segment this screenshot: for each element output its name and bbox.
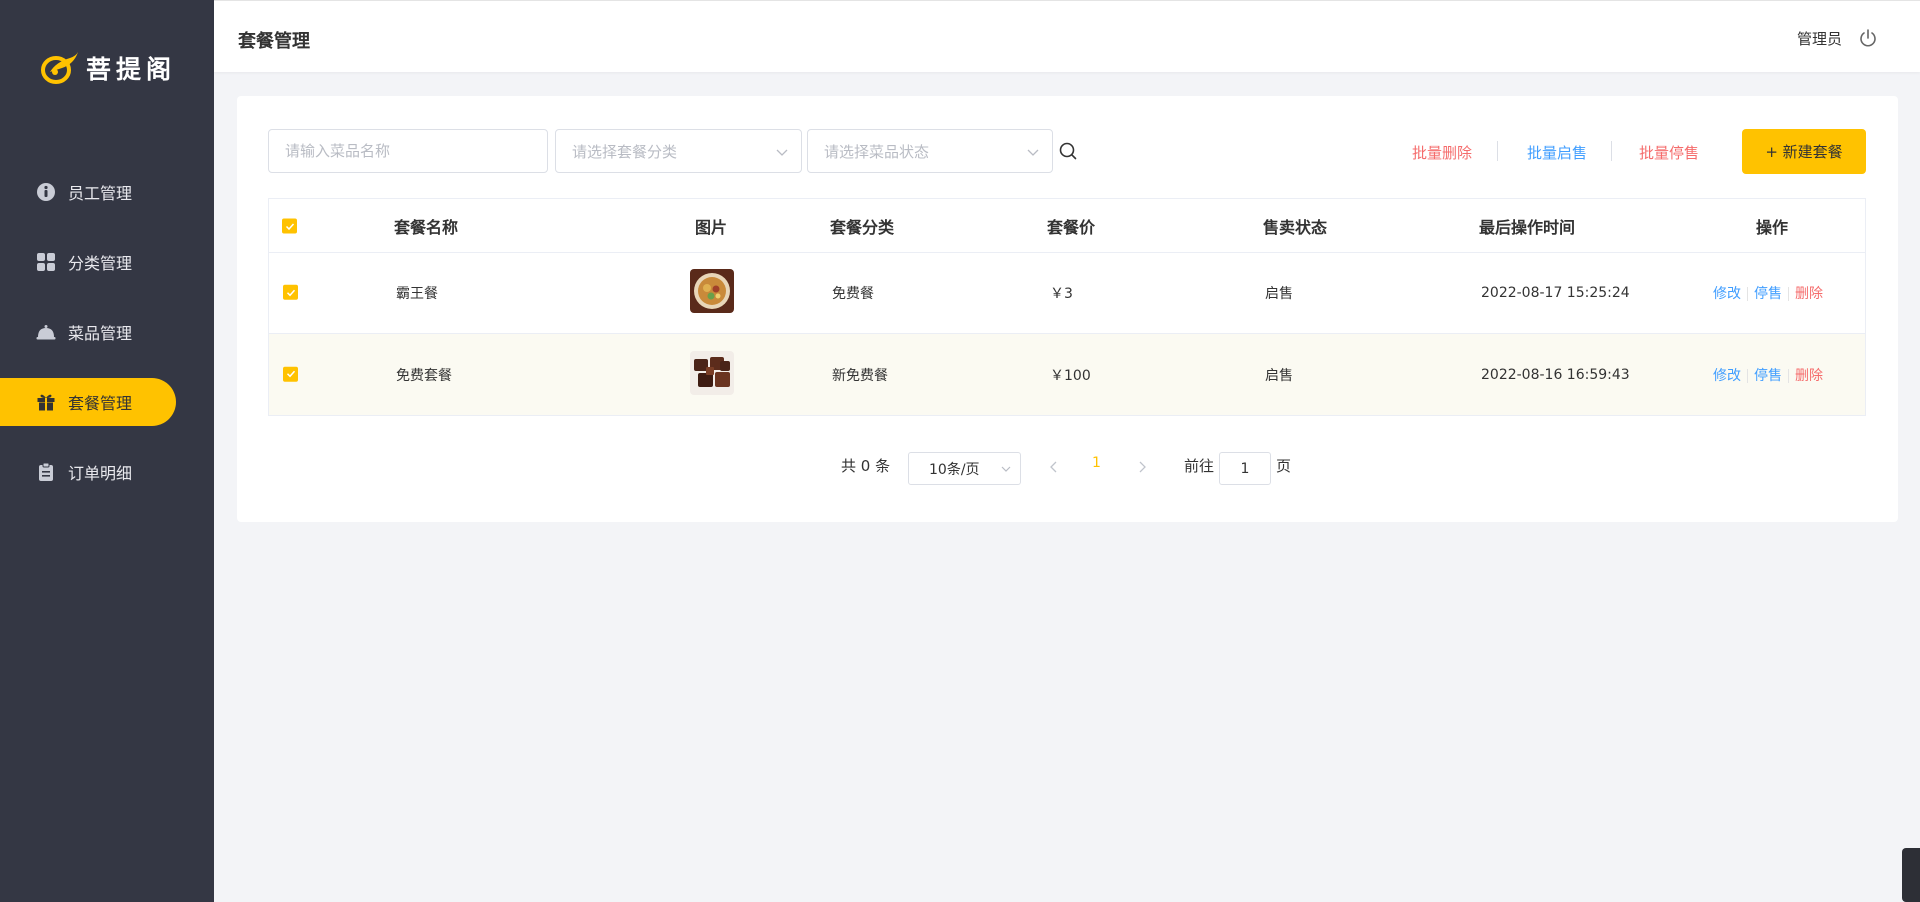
sidebar-item-orders[interactable]: 订单明细 <box>0 448 214 496</box>
combo-status: 启售 <box>1265 367 1293 384</box>
chevron-down-icon <box>1001 466 1011 472</box>
goto-page-input[interactable] <box>1219 452 1271 485</box>
chevron-down-icon <box>776 149 788 156</box>
pagination-total: 共 0 条 <box>841 457 891 475</box>
user-name[interactable]: 管理员 <box>1797 28 1842 49</box>
edit-button[interactable]: 修改 <box>1713 286 1741 302</box>
combo-image <box>690 269 734 317</box>
checkbox-check-icon <box>282 218 297 234</box>
sidebar: 菩提阁 员工管理 分类管理 菜品管理 套餐管理 订单明细 <box>0 0 214 902</box>
sidebar-item-label: 订单明细 <box>68 464 133 483</box>
braised-meat-thumbnail <box>690 350 734 395</box>
sidebar-item-label: 套餐管理 <box>68 394 133 413</box>
new-combo-button[interactable]: + 新建套餐 <box>1742 129 1866 174</box>
sidebar-item-label: 分类管理 <box>68 254 133 273</box>
chevron-down-icon <box>1027 149 1039 156</box>
prev-page-icon[interactable] <box>1047 460 1061 474</box>
action-divider <box>1788 287 1789 301</box>
sidebar-item-label: 员工管理 <box>68 184 133 203</box>
batch-delete-button[interactable]: 批量删除 <box>1412 142 1472 163</box>
page-suffix: 页 <box>1276 457 1292 475</box>
logo-mark-icon <box>41 52 78 84</box>
combo-name: 霸王餐 <box>396 286 438 302</box>
sidebar-item-categories[interactable]: 分类管理 <box>0 238 214 286</box>
combo-category: 新免费餐 <box>832 367 888 384</box>
combo-category-select[interactable]: 请选择套餐分类 <box>555 129 802 173</box>
column-header: 套餐分类 <box>830 217 895 237</box>
action-divider <box>1747 287 1748 301</box>
column-header: 套餐名称 <box>394 217 459 237</box>
combo-category-placeholder: 请选择套餐分类 <box>572 142 678 161</box>
delete-button[interactable]: 删除 <box>1795 286 1823 302</box>
combo-updated-time: 2022-08-16 16:59:43 <box>1481 366 1630 383</box>
toolbar-divider <box>1611 141 1612 161</box>
brand-logo[interactable]: 菩提阁 <box>40 48 176 88</box>
sidebar-item-employees[interactable]: 员工管理 <box>0 168 214 216</box>
column-header: 操作 <box>1756 217 1789 237</box>
dish-status-placeholder: 请选择菜品状态 <box>824 142 930 161</box>
category-grid-icon <box>36 252 56 272</box>
column-header: 售卖状态 <box>1263 217 1328 237</box>
dish-cloche-icon <box>36 322 56 342</box>
delete-button[interactable]: 删除 <box>1795 368 1823 384</box>
combo-status: 启售 <box>1265 286 1293 302</box>
combo-updated-time: 2022-08-17 15:25:24 <box>1481 285 1630 301</box>
table-row: 霸王餐 免费餐 ￥3 启售 2022-08-17 15:25:24 修改 停售 删除 <box>269 253 1865 334</box>
floating-widget-tab[interactable] <box>1902 848 1920 902</box>
clipboard-icon <box>36 462 56 482</box>
food-bowl-thumbnail <box>690 269 734 313</box>
next-page-icon[interactable] <box>1135 460 1149 474</box>
page-size-value: 10条/页 <box>929 461 980 478</box>
brand-name: 菩提阁 <box>86 55 177 84</box>
batch-disable-button[interactable]: 批量停售 <box>1639 142 1699 163</box>
batch-enable-button[interactable]: 批量启售 <box>1527 142 1587 163</box>
dish-status-select[interactable]: 请选择菜品状态 <box>807 129 1053 173</box>
edit-button[interactable]: 修改 <box>1713 368 1741 384</box>
table-row: 免费套餐 新免费餐 ￥100 启售 2022-08-16 16:59:43 修改… <box>269 334 1865 415</box>
row-actions: 修改 停售 删除 <box>1713 283 1823 303</box>
page-title: 套餐管理 <box>238 31 310 52</box>
current-page-number[interactable]: 1 <box>1092 455 1101 471</box>
disable-sale-button[interactable]: 停售 <box>1754 368 1782 384</box>
sidebar-item-label: 菜品管理 <box>68 324 133 343</box>
sidebar-item-combos[interactable]: 套餐管理 <box>0 378 176 426</box>
page-size-select[interactable]: 10条/页 <box>908 452 1021 485</box>
combo-price: ￥3 <box>1050 286 1073 302</box>
action-divider <box>1747 368 1748 383</box>
checkbox-check-icon <box>283 366 298 382</box>
employee-icon <box>36 182 56 202</box>
gift-icon <box>36 392 56 412</box>
disable-sale-button[interactable]: 停售 <box>1754 286 1782 302</box>
dish-name-search-input[interactable] <box>268 129 548 173</box>
goto-label: 前往 <box>1184 457 1215 475</box>
search-icon[interactable] <box>1058 141 1078 161</box>
row-checkbox[interactable] <box>283 284 298 302</box>
sidebar-nav: 员工管理 分类管理 菜品管理 套餐管理 订单明细 <box>0 168 214 518</box>
checkbox-check-icon <box>283 284 298 300</box>
top-header: 套餐管理 管理员 <box>214 0 1920 72</box>
row-checkbox[interactable] <box>283 366 298 383</box>
combo-table: 套餐名称 图片 套餐分类 套餐价 售卖状态 最后操作时间 操作 霸王餐 免费餐 … <box>268 198 1866 416</box>
combo-price: ￥100 <box>1050 367 1091 384</box>
power-icon[interactable] <box>1858 28 1878 48</box>
column-header: 套餐价 <box>1047 217 1096 237</box>
sidebar-item-dishes[interactable]: 菜品管理 <box>0 308 214 356</box>
content-card: 请选择套餐分类 请选择菜品状态 批量删除 批量启售 批量停售 + 新建套餐 套餐… <box>237 96 1898 522</box>
column-header: 图片 <box>695 217 728 237</box>
row-actions: 修改 停售 删除 <box>1713 365 1823 385</box>
table-header: 套餐名称 图片 套餐分类 套餐价 售卖状态 最后操作时间 操作 <box>269 199 1865 253</box>
combo-image <box>690 350 734 399</box>
action-divider <box>1788 368 1789 383</box>
toolbar-divider <box>1497 141 1498 161</box>
combo-category: 免费餐 <box>832 286 874 302</box>
select-all-checkbox[interactable] <box>282 216 297 235</box>
column-header: 最后操作时间 <box>1479 217 1576 237</box>
combo-name: 免费套餐 <box>396 367 452 384</box>
